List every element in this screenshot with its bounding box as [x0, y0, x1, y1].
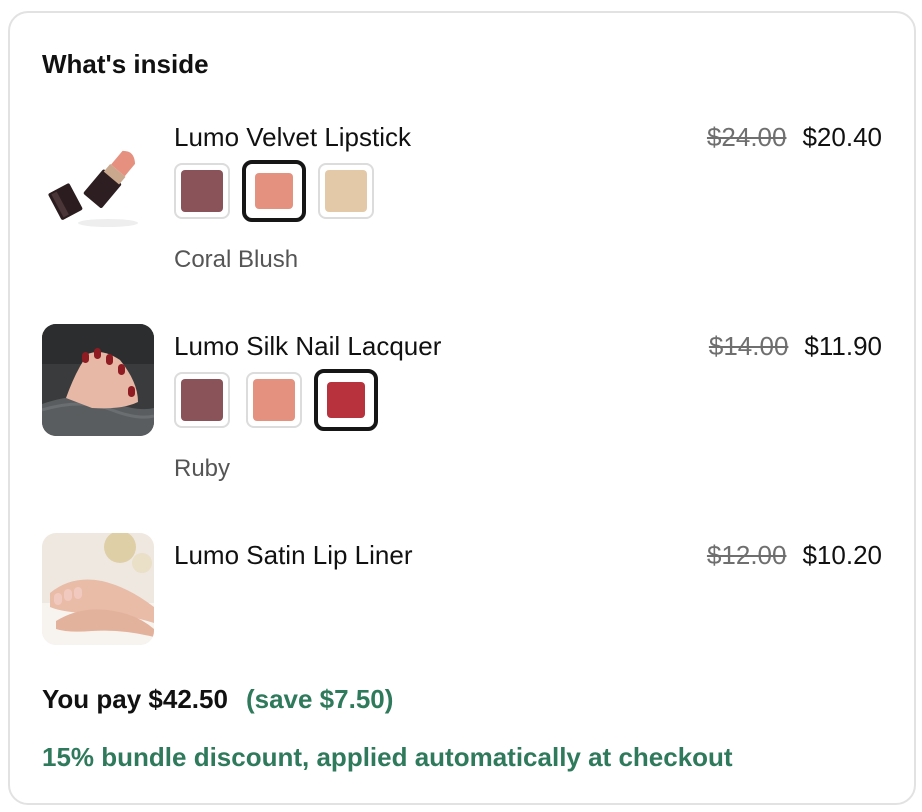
swatch-color — [181, 379, 223, 421]
selected-shade-label: Coral Blush — [174, 246, 299, 273]
item-prices: $24.00 $20.40 — [707, 121, 882, 153]
original-price: $14.00 — [708, 331, 789, 361]
swatch-color — [325, 170, 367, 212]
lipstick-image — [42, 125, 154, 237]
swatch-color — [253, 379, 295, 421]
item-name[interactable]: Lumo Silk Nail Lacquer — [174, 330, 441, 362]
sale-price: $20.40 — [802, 122, 882, 152]
savings-amount: (save $7.50) — [245, 684, 394, 714]
bundle-card: What's inside Lumo Velvet Lipstick $24.0… — [8, 11, 916, 805]
swatch-mauve[interactable] — [174, 163, 230, 219]
item-name[interactable]: Lumo Satin Lip Liner — [174, 539, 412, 571]
item-prices: $12.00 $10.20 — [707, 539, 882, 571]
swatch-color — [181, 170, 223, 212]
original-price: $12.00 — [706, 540, 787, 570]
swatch-coral[interactable] — [246, 372, 302, 428]
swatch-ruby-selected[interactable] — [314, 369, 378, 431]
you-pay-amount: You pay $42.50 — [42, 684, 228, 714]
swatch-color — [255, 173, 293, 209]
sale-price: $11.90 — [804, 331, 882, 361]
item-prices: $14.00 $11.90 — [709, 330, 882, 362]
item-name[interactable]: Lumo Velvet Lipstick — [174, 121, 411, 153]
selected-shade-label: Ruby — [174, 455, 231, 482]
total-line: You pay $42.50 (save $7.50) — [42, 683, 393, 715]
swatch-coral-selected[interactable] — [242, 160, 306, 222]
nail-lacquer-image — [42, 324, 154, 436]
swatch-mauve[interactable] — [174, 372, 230, 428]
swatch-nude[interactable] — [318, 163, 374, 219]
discount-note: 15% bundle discount, applied automatical… — [42, 742, 733, 772]
sale-price: $10.20 — [802, 540, 882, 570]
original-price: $24.00 — [706, 122, 787, 152]
section-title: What's inside — [42, 49, 209, 79]
swatch-color — [327, 382, 365, 418]
lip-liner-image — [42, 533, 154, 645]
